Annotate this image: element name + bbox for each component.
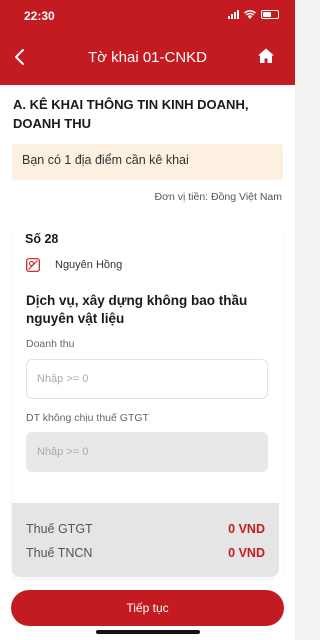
home-indicator	[96, 630, 200, 634]
tax-label: Thuế GTGT	[26, 522, 93, 536]
signal-icon	[228, 10, 239, 19]
tax-label: Thuế TNCN	[26, 546, 93, 560]
battery-icon	[261, 10, 279, 19]
tax-value: 0 VND	[228, 522, 265, 536]
section-title: A. KÊ KHAI THÔNG TIN KINH DOANH, DOANH T…	[13, 97, 249, 131]
location-notice: Bạn có 1 địa điểm cần kê khai	[12, 144, 283, 180]
owner-name: Nguyên Hồng	[55, 259, 123, 271]
content: A. KÊ KHAI THÔNG TIN KINH DOANH, DOANH T…	[0, 85, 295, 640]
tax-value: 0 VND	[228, 546, 265, 560]
home-button[interactable]	[257, 47, 275, 65]
page-title: Tờ khai 01-CNKD	[87, 49, 208, 66]
card-number: Số 28	[25, 232, 59, 246]
activity-title: Dịch vụ, xây dựng không bao thầu nguyên …	[26, 293, 248, 326]
top-bar: 22:30 Tờ khai 01-CNKD	[0, 0, 295, 85]
home-icon	[258, 48, 274, 63]
wifi-icon	[244, 10, 256, 19]
continue-button[interactable]: Tiếp tục	[11, 590, 284, 626]
currency-unit: Đơn vị tiền: Đồng Việt Nam	[154, 191, 283, 203]
revenue-input[interactable]	[26, 359, 268, 399]
tax-row-pit: Thuế TNCN 0 VND	[26, 546, 265, 560]
tax-row-vat: Thuế GTGT 0 VND	[26, 522, 265, 536]
non-vat-revenue-input	[26, 432, 268, 472]
status-time: 22:30	[24, 9, 55, 23]
non-vat-revenue-label: DT không chịu thuế GTGT	[26, 412, 149, 424]
tax-summary: Thuế GTGT 0 VND Thuế TNCN 0 VND	[12, 503, 279, 577]
status-icons	[228, 10, 279, 19]
revenue-label: Doanh thu	[26, 338, 75, 350]
profile-icon	[26, 258, 40, 272]
